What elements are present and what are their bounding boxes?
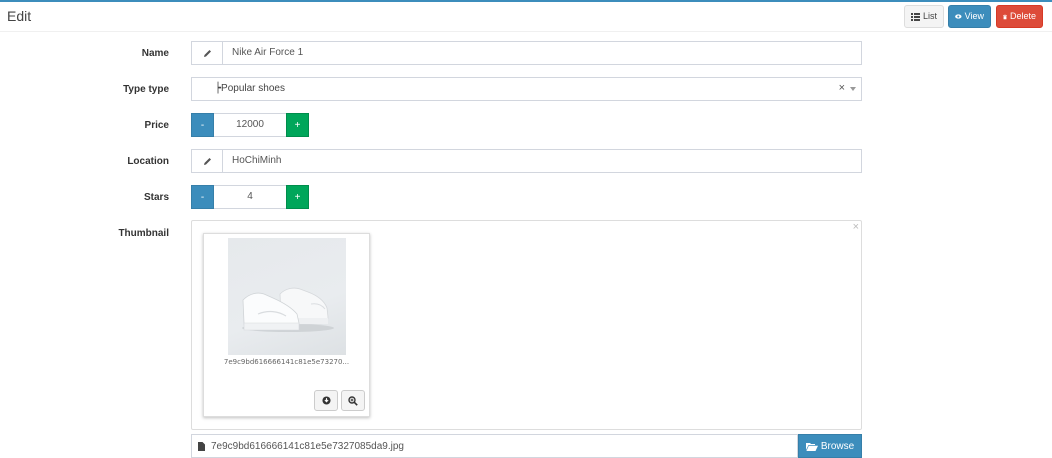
zoom-in-icon bbox=[348, 395, 358, 406]
list-button[interactable]: List bbox=[904, 5, 944, 28]
thumbnail-label: Thumbnail bbox=[118, 228, 169, 239]
type-selected-value: ┝Popular shoes bbox=[215, 83, 285, 94]
page-title: Edit bbox=[7, 8, 32, 24]
pencil-icon bbox=[203, 157, 211, 165]
file-preview-frame: 7e9c9bd616666141c81e5e73270... bbox=[203, 233, 370, 417]
location-input[interactable]: HoChiMinh bbox=[223, 150, 281, 172]
location-addon bbox=[192, 150, 223, 172]
name-addon bbox=[192, 42, 223, 64]
view-button-label: View bbox=[964, 11, 984, 21]
clear-selection-icon[interactable]: × bbox=[839, 82, 845, 94]
list-icon bbox=[911, 12, 920, 21]
file-preview-panel: × 7e9c9bd616666141c81e5e73270... bbox=[191, 220, 862, 430]
name-field[interactable]: Nike Air Force 1 bbox=[191, 41, 862, 65]
close-icon[interactable]: × bbox=[853, 221, 859, 233]
sneaker-image bbox=[242, 287, 334, 332]
download-button[interactable] bbox=[314, 390, 338, 411]
name-label: Name bbox=[141, 48, 169, 59]
file-icon bbox=[198, 441, 205, 451]
delete-button[interactable]: Delete bbox=[996, 5, 1043, 28]
type-select[interactable]: ┝Popular shoes × bbox=[191, 77, 862, 101]
eye-icon bbox=[955, 14, 962, 19]
type-label: Type type bbox=[123, 84, 169, 95]
location-field[interactable]: HoChiMinh bbox=[191, 149, 862, 173]
price-decrement-button[interactable]: - bbox=[191, 113, 214, 137]
stars-input[interactable]: 4 bbox=[214, 185, 286, 209]
zoom-button[interactable] bbox=[341, 390, 365, 411]
stars-increment-button[interactable]: + bbox=[286, 185, 309, 209]
folder-open-icon bbox=[805, 442, 818, 451]
preview-file-name: 7e9c9bd616666141c81e5e73270... bbox=[223, 358, 350, 366]
name-input[interactable]: Nike Air Force 1 bbox=[223, 42, 303, 64]
trash-icon bbox=[1003, 14, 1007, 19]
thumbnail-image bbox=[228, 238, 346, 355]
stars-label: Stars bbox=[143, 192, 169, 203]
price-increment-button[interactable]: + bbox=[286, 113, 309, 137]
delete-button-label: Delete bbox=[1009, 11, 1036, 21]
file-caption[interactable]: 7e9c9bd616666141c81e5e7327085da9.jpg bbox=[191, 434, 798, 458]
browse-button[interactable]: Browse bbox=[798, 434, 862, 458]
content-header: Edit List View Delete bbox=[0, 2, 1052, 32]
location-label: Location bbox=[127, 156, 169, 167]
caret-down-icon[interactable] bbox=[850, 87, 856, 91]
view-button[interactable]: View bbox=[948, 5, 991, 28]
download-icon bbox=[321, 396, 331, 405]
browse-button-label: Browse bbox=[820, 440, 855, 452]
file-input-group: 7e9c9bd616666141c81e5e7327085da9.jpg Bro… bbox=[191, 434, 862, 458]
pencil-icon bbox=[203, 49, 211, 57]
price-label: Price bbox=[144, 120, 169, 131]
file-name: 7e9c9bd616666141c81e5e7327085da9.jpg bbox=[211, 440, 404, 452]
stars-stepper: - 4 + bbox=[191, 185, 309, 209]
price-input[interactable]: 12000 bbox=[214, 113, 286, 137]
list-button-label: List bbox=[922, 11, 937, 21]
price-stepper: - 12000 + bbox=[191, 113, 309, 137]
stars-decrement-button[interactable]: - bbox=[191, 185, 214, 209]
